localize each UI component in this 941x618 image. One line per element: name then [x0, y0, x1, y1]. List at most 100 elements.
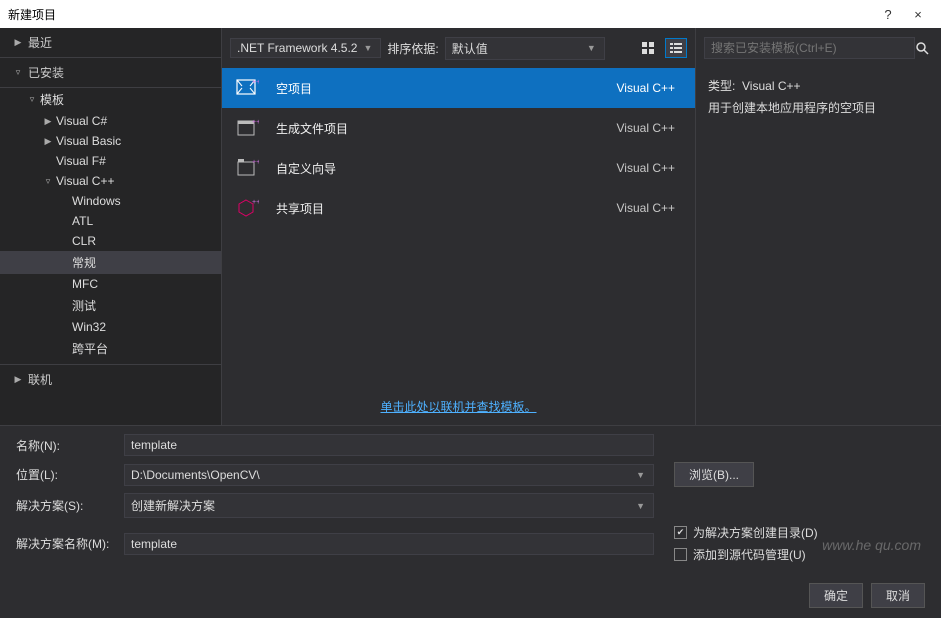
online-search-link[interactable]: 单击此处以联机并查找模板。: [380, 400, 536, 414]
toolbar: .NET Framework 4.5.2 ▼ 排序依据: 默认值 ▼: [222, 28, 695, 68]
template-list: ++ 空项目 Visual C++ ++ 生成文件项目 Visual C++ ++ 自定义向导…: [222, 68, 695, 388]
tree-vcpp-0[interactable]: Windows: [0, 191, 221, 211]
template-lang: Visual C++: [617, 201, 675, 215]
ok-button[interactable]: 确定: [809, 583, 863, 608]
name-input[interactable]: [131, 438, 647, 452]
template-detail: 类型: Visual C++ 用于创建本地应用程序的空项目: [696, 68, 941, 127]
template-icon: ++: [234, 116, 260, 140]
template-name: 生成文件项目: [276, 120, 601, 137]
sidebar-online-label: 联机: [28, 371, 52, 388]
tree-vb[interactable]: ▶Visual Basic: [0, 131, 221, 151]
checkbox-checked-icon: [674, 526, 687, 539]
solution-selector[interactable]: 创建新解决方案▼: [124, 493, 654, 518]
triangle-right-icon: ▶: [12, 374, 24, 385]
sidebar-online[interactable]: ▶ 联机: [0, 364, 221, 394]
template-item-3[interactable]: ++ 共享项目 Visual C++: [222, 188, 695, 228]
view-list-button[interactable]: [665, 38, 687, 58]
template-name: 自定义向导: [276, 160, 601, 177]
search-input[interactable]: [711, 41, 908, 55]
tree-vcpp-7[interactable]: 跨平台: [0, 337, 221, 360]
search-icon[interactable]: [915, 41, 933, 55]
arrow-icon: ▿: [26, 94, 38, 105]
tree-label: Visual Basic: [56, 134, 121, 148]
svg-text:++: ++: [252, 159, 259, 166]
tree-label: 跨平台: [72, 340, 108, 357]
tree-vcpp-6[interactable]: Win32: [0, 317, 221, 337]
detail-description: 用于创建本地应用程序的空项目: [708, 98, 929, 120]
template-icon: ++: [234, 156, 260, 180]
framework-value: .NET Framework 4.5.2: [237, 41, 357, 55]
tree-vcpp-3[interactable]: 常规: [0, 251, 221, 274]
tree-label: Visual C#: [56, 114, 107, 128]
sidebar-installed-label: 已安装: [28, 64, 64, 81]
tree-templates[interactable]: ▿模板: [0, 88, 221, 111]
search-box[interactable]: [704, 37, 915, 59]
solution-value: 创建新解决方案: [131, 497, 634, 514]
view-grid-button[interactable]: [637, 38, 659, 58]
titlebar: 新建项目 ? ×: [0, 0, 941, 28]
tree-label: ATL: [72, 214, 93, 228]
tree-vcpp-1[interactable]: ATL: [0, 211, 221, 231]
tree-label: Visual F#: [56, 154, 106, 168]
tree-csharp[interactable]: ▶Visual C#: [0, 111, 221, 131]
window-title: 新建项目: [8, 6, 873, 23]
bottom-form: 名称(N): 位置(L): ▼ 浏览(B)... 解决方案(S): 创建新解决方…: [0, 425, 941, 577]
tree-label: CLR: [72, 234, 96, 248]
solution-name-input[interactable]: [131, 537, 647, 551]
svg-text:++: ++: [252, 199, 259, 206]
template-lang: Visual C++: [617, 161, 675, 175]
source-control-label: 添加到源代码管理(U): [693, 546, 806, 563]
chevron-down-icon: ▼: [634, 501, 647, 511]
solution-label: 解决方案(S):: [16, 497, 116, 514]
chevron-down-icon: ▼: [634, 470, 647, 480]
sidebar-installed[interactable]: ▿ 已安装: [0, 58, 221, 88]
create-directory-checkbox[interactable]: 为解决方案创建目录(D): [674, 524, 818, 541]
online-search-link-wrap: 单击此处以联机并查找模板。: [222, 388, 695, 425]
name-label: 名称(N):: [16, 437, 116, 454]
tree-vcpp-4[interactable]: MFC: [0, 274, 221, 294]
tree-fsharp[interactable]: Visual F#: [0, 151, 221, 171]
tree-label: MFC: [72, 277, 98, 291]
svg-text:++: ++: [252, 79, 259, 86]
tree-vcpp[interactable]: ▿Visual C++: [0, 171, 221, 191]
svg-text:++: ++: [252, 119, 259, 126]
arrow-icon: ▶: [42, 116, 54, 127]
framework-selector[interactable]: .NET Framework 4.5.2 ▼: [230, 38, 381, 58]
template-name: 空项目: [276, 80, 601, 97]
template-lang: Visual C++: [617, 121, 675, 135]
browse-button[interactable]: 浏览(B)...: [674, 462, 754, 487]
triangle-down-icon: ▿: [12, 67, 24, 78]
help-button[interactable]: ?: [873, 7, 903, 22]
source-control-checkbox[interactable]: 添加到源代码管理(U): [674, 546, 818, 563]
template-item-0[interactable]: ++ 空项目 Visual C++: [222, 68, 695, 108]
tree-vcpp-5[interactable]: 测试: [0, 294, 221, 317]
template-lang: Visual C++: [617, 81, 675, 95]
footer: 确定 取消: [0, 577, 941, 618]
tree-label: Windows: [72, 194, 121, 208]
tree-label: 测试: [72, 297, 96, 314]
cancel-button[interactable]: 取消: [871, 583, 925, 608]
template-icon: ++: [234, 76, 260, 100]
name-input-wrap[interactable]: [124, 434, 654, 456]
template-name: 共享项目: [276, 200, 601, 217]
template-item-1[interactable]: ++ 生成文件项目 Visual C++: [222, 108, 695, 148]
location-label: 位置(L):: [16, 466, 116, 483]
arrow-icon: ▿: [42, 176, 54, 187]
sidebar: ▶ 最近 ▿ 已安装 ▿模板▶Visual C#▶Visual BasicVis…: [0, 28, 222, 425]
sidebar-recent[interactable]: ▶ 最近: [0, 28, 221, 58]
sort-value: 默认值: [452, 40, 581, 57]
location-input-wrap[interactable]: ▼: [124, 464, 654, 486]
close-button[interactable]: ×: [903, 7, 933, 22]
sidebar-recent-label: 最近: [28, 34, 52, 51]
sort-selector[interactable]: 默认值 ▼: [445, 37, 605, 60]
solution-name-input-wrap[interactable]: [124, 533, 654, 555]
sort-label: 排序依据:: [387, 40, 438, 57]
location-input[interactable]: [131, 468, 634, 482]
triangle-right-icon: ▶: [12, 37, 24, 48]
tree-label: 常规: [72, 254, 96, 271]
tree-vcpp-2[interactable]: CLR: [0, 231, 221, 251]
detail-type-value: Visual C++: [742, 79, 800, 93]
chevron-down-icon: ▼: [361, 43, 374, 53]
chevron-down-icon: ▼: [585, 43, 598, 53]
template-item-2[interactable]: ++ 自定义向导 Visual C++: [222, 148, 695, 188]
